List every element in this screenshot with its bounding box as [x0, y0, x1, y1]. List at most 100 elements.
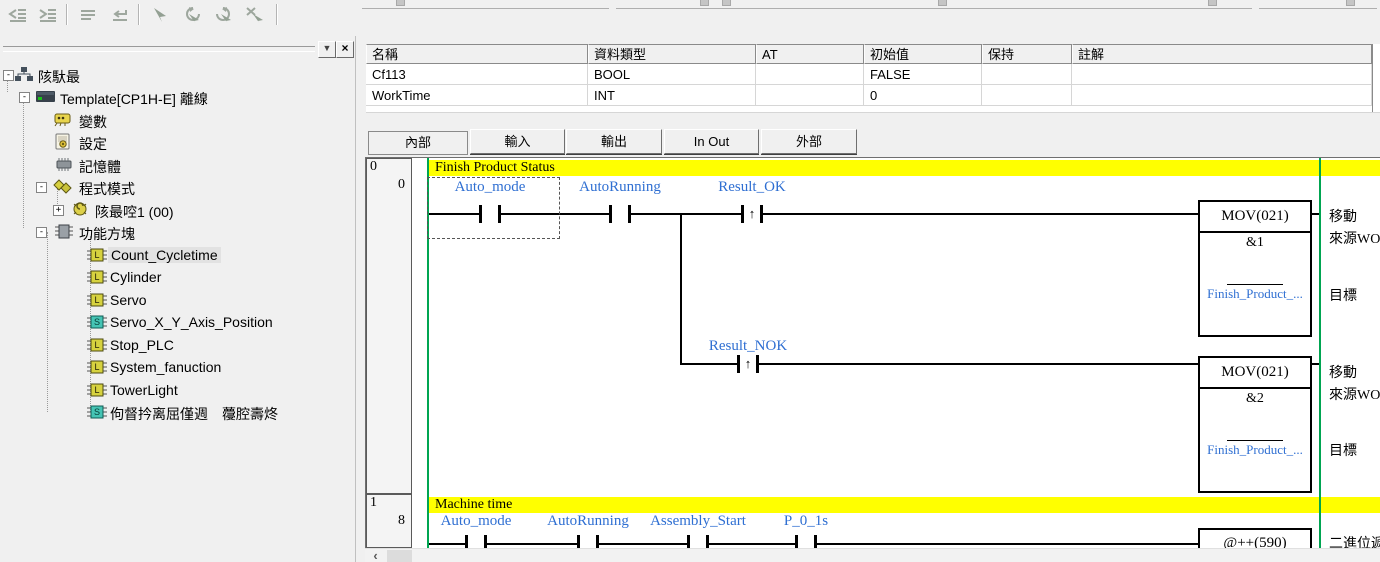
tree-item-label[interactable]: 設定: [79, 134, 107, 154]
table-cell[interactable]: 0: [864, 85, 982, 106]
table-cell[interactable]: [1072, 64, 1372, 85]
no-contact[interactable]: [609, 205, 631, 223]
align-lines-icon[interactable]: [74, 2, 101, 27]
ladder-wire: [1312, 363, 1319, 365]
mov-instruction-block[interactable]: MOV(021) &2 Finish_Product_...: [1198, 356, 1312, 493]
scroll-left-button[interactable]: ‹: [367, 549, 384, 562]
tab-inout[interactable]: In Out: [664, 129, 759, 154]
operand-divider: [1227, 440, 1283, 441]
tree-item-settings[interactable]: 設定: [0, 132, 355, 153]
workspace-close-button[interactable]: ×: [336, 41, 354, 58]
ladder-wire: [1312, 213, 1319, 215]
horizontal-scrollbar[interactable]: ‹: [365, 548, 1380, 562]
tree-item-label[interactable]: Servo_X_Y_Axis_Position: [110, 314, 273, 330]
tree-item-label[interactable]: Stop_PLC: [110, 337, 174, 353]
contact-symbol-label[interactable]: Result_NOK: [709, 338, 787, 355]
tab-input[interactable]: 輸入: [470, 129, 565, 154]
rung-comment[interactable]: Machine time: [429, 497, 1380, 513]
instruction-source-operand[interactable]: &1: [1200, 233, 1310, 251]
tree-item-project-root[interactable]: - 陔馱最: [0, 65, 355, 86]
column-header-at: AT: [756, 44, 864, 64]
tree-item-label[interactable]: Cylinder: [110, 269, 161, 285]
tree-expander-minus[interactable]: -: [36, 182, 47, 193]
table-cell[interactable]: BOOL: [588, 64, 756, 85]
tree-item-label[interactable]: 佝督扲离屈僅週 蘉腔壽炵: [110, 404, 278, 424]
tree-item-fb-servo[interactable]: L Servo: [0, 290, 355, 311]
svg-text:L: L: [94, 385, 99, 395]
pointer-redo-icon[interactable]: [210, 2, 237, 27]
tree-item-symbols[interactable]: 變數: [0, 110, 355, 131]
tab-internal[interactable]: 內部: [368, 131, 468, 155]
contact-symbol-label[interactable]: Auto_mode: [441, 513, 512, 530]
instruction-dest-operand[interactable]: Finish_Product_...: [1200, 442, 1310, 458]
tree-item-label[interactable]: System_fanuction: [110, 359, 221, 375]
tree-item-label[interactable]: 陔最啌1 (00): [95, 202, 174, 222]
tree-item-fb-towerlight[interactable]: L TowerLight: [0, 380, 355, 401]
mov-instruction-block[interactable]: MOV(021) &1 Finish_Product_...: [1198, 200, 1312, 337]
tree-item-label[interactable]: 記憶體: [79, 157, 121, 177]
tree-item-fb-servo-xy[interactable]: S Servo_X_Y_Axis_Position: [0, 312, 355, 333]
tree-item-label[interactable]: Count_Cycletime: [108, 247, 221, 263]
contact-symbol-label[interactable]: AutoRunning: [547, 513, 629, 530]
tree-item-memory[interactable]: 記憶體: [0, 155, 355, 176]
workspace-grip[interactable]: [3, 46, 315, 52]
table-cell[interactable]: [756, 64, 864, 85]
tree-item-label[interactable]: Servo: [110, 292, 147, 308]
tree-item-fb-stop-plc[interactable]: L Stop_PLC: [0, 335, 355, 356]
tree-item-function-blocks[interactable]: - 功能方塊: [0, 222, 355, 243]
tree-expander-plus[interactable]: +: [53, 205, 64, 216]
tree-item-fb-system-fanuction[interactable]: L System_fanuction: [0, 357, 355, 378]
outdent-lines-icon[interactable]: [4, 2, 31, 27]
tree-item-fb-last[interactable]: S 佝督扲离屈僅週 蘉腔壽炵: [0, 402, 355, 423]
pointer-icon[interactable]: [146, 2, 173, 27]
rung-comment[interactable]: Finish Product Status: [429, 160, 1380, 176]
return-wrap-icon[interactable]: [106, 2, 133, 27]
tree-item-fb-count-cycletime[interactable]: L Count_Cycletime: [0, 245, 355, 266]
table-cell[interactable]: FALSE: [864, 64, 982, 85]
tree-item-fb-cylinder[interactable]: L Cylinder: [0, 267, 355, 288]
rung-step-number: 8: [398, 513, 405, 529]
table-cell[interactable]: [982, 85, 1072, 106]
table-cell[interactable]: Cf113: [366, 64, 588, 85]
table-cell[interactable]: [756, 85, 864, 106]
scrollbar-thumb[interactable]: [387, 550, 412, 562]
table-cell[interactable]: [1072, 85, 1372, 106]
tree-item-device[interactable]: - Template[CP1H-E] 離線: [0, 87, 355, 108]
tree-expander-minus[interactable]: -: [3, 70, 14, 81]
tree-item-label[interactable]: 陔馱最: [38, 67, 80, 87]
workspace-dropdown-button[interactable]: ▼: [318, 41, 336, 58]
rising-edge-contact[interactable]: ↑: [741, 205, 763, 223]
rung-margin-cell[interactable]: [366, 158, 412, 494]
tab-output[interactable]: 輸出: [566, 129, 662, 154]
tree-item-label[interactable]: TowerLight: [110, 382, 178, 398]
tree-item-program-section[interactable]: + 陔最啌1 (00): [0, 200, 355, 221]
tree-item-label[interactable]: 功能方塊: [79, 224, 135, 244]
rung-number: 1: [370, 495, 377, 511]
tree-expander-minus[interactable]: -: [36, 227, 47, 238]
table-cell[interactable]: [982, 64, 1072, 85]
pointer-undo-icon[interactable]: [178, 2, 205, 27]
tree-expander-minus[interactable]: -: [19, 92, 30, 103]
fb-ladder-icon: L: [86, 291, 108, 308]
tree-item-label[interactable]: Template[CP1H-E] 離線: [60, 89, 208, 109]
ladder-branch-wire: [680, 213, 682, 365]
table-cell[interactable]: WorkTime: [366, 85, 588, 106]
contact-symbol-label[interactable]: Result_OK: [718, 179, 786, 196]
contact-symbol-label[interactable]: Assembly_Start: [650, 513, 746, 530]
tree-item-programs[interactable]: - 程式模式: [0, 177, 355, 198]
contact-symbol-label[interactable]: P_0_1s: [784, 513, 828, 530]
right-power-rail: [1319, 158, 1321, 548]
column-header-datatype: 資料類型: [588, 44, 756, 64]
instruction-source-operand[interactable]: &2: [1200, 389, 1310, 407]
pointer-delete-icon[interactable]: [242, 2, 269, 27]
contact-symbol-label[interactable]: AutoRunning: [579, 179, 661, 196]
instruction-dest-operand[interactable]: Finish_Product_...: [1200, 286, 1310, 302]
increment-instruction-block[interactable]: @++(590): [1198, 528, 1312, 548]
rising-edge-contact[interactable]: ↑: [737, 355, 759, 373]
indent-lines-icon[interactable]: [34, 2, 61, 27]
table-cell[interactable]: INT: [588, 85, 756, 106]
tab-external[interactable]: 外部: [761, 129, 857, 154]
tree-item-label[interactable]: 變數: [79, 112, 107, 132]
table-empty-row: [366, 106, 1380, 113]
tree-item-label[interactable]: 程式模式: [79, 179, 135, 199]
